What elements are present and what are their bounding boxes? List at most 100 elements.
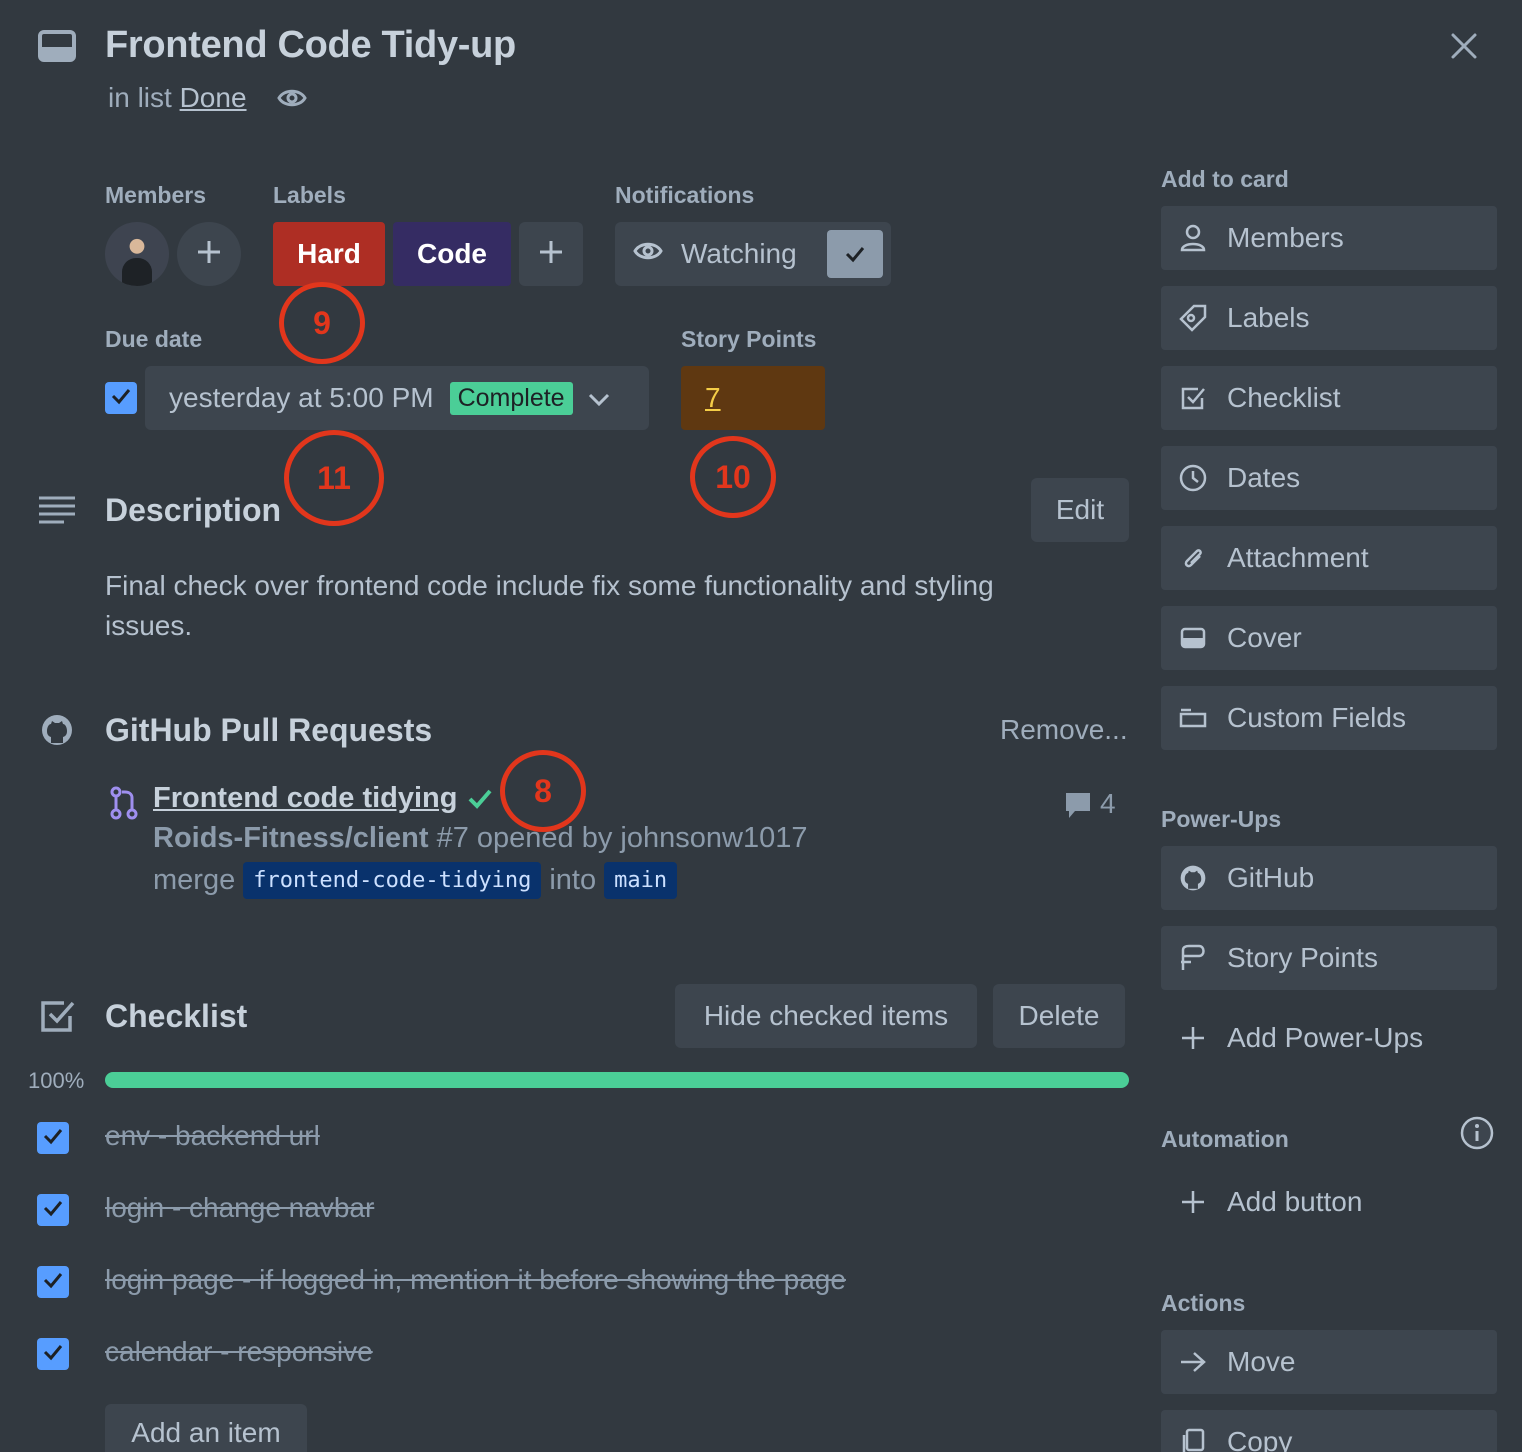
tag-icon [1179, 304, 1207, 332]
story-points-label: Story Points [681, 326, 817, 352]
check-icon [110, 387, 132, 410]
plus-icon [195, 238, 223, 271]
labels-label: Labels [273, 182, 346, 208]
label-code[interactable]: Code [393, 222, 511, 286]
pr-merge-line: merge frontend-code-tidying into main [153, 862, 685, 899]
pr-info: #7 opened by johnsonw1017 [428, 822, 808, 854]
sidebar-move-label: Move [1227, 1346, 1296, 1377]
progress-percent: 100% [28, 1068, 85, 1093]
in-list-prefix: in list [108, 82, 172, 113]
add-item-button[interactable]: Add an item [105, 1404, 307, 1452]
due-complete-checkbox[interactable] [105, 382, 137, 414]
checklist-item[interactable]: login page - if logged in, mention it be… [105, 1264, 846, 1296]
checklist-title: Checklist [105, 998, 248, 1034]
sidebar-copy-button[interactable]: Copy [1161, 1410, 1497, 1452]
checklist-item-checkbox[interactable] [37, 1194, 69, 1226]
sidebar-cover-label: Cover [1227, 622, 1302, 653]
description-title: Description [105, 492, 282, 528]
members-label: Members [105, 182, 206, 208]
into-text: into [549, 864, 597, 896]
github-icon [40, 713, 74, 747]
info-icon[interactable] [1460, 1116, 1494, 1150]
add-to-card-label: Add to card [1161, 166, 1289, 192]
sidebar-dates-button[interactable]: Dates [1161, 446, 1497, 510]
status-badge: Complete [449, 381, 573, 415]
sidebar-labels-label: Labels [1227, 302, 1310, 333]
merge-text: merge [153, 864, 236, 896]
add-automation-button[interactable]: Add button [1161, 1170, 1497, 1234]
checklist-item[interactable]: env - backend url [105, 1120, 320, 1152]
sidebar-story-points-button[interactable]: Story Points [1161, 926, 1497, 990]
pull-request-icon [110, 786, 138, 820]
checklist-item[interactable]: login - change navbar [105, 1192, 374, 1224]
sidebar-story-points-label: Story Points [1227, 942, 1378, 973]
plus-icon [1179, 1025, 1207, 1051]
story-points-value[interactable]: 7 [681, 366, 825, 430]
add-powerups-label: Add Power-Ups [1227, 1022, 1424, 1053]
edit-description-button[interactable]: Edit [1031, 478, 1129, 542]
sidebar-move-button[interactable]: Move [1161, 1330, 1497, 1394]
annotation-marker: 10 [690, 436, 776, 518]
source-branch: frontend-code-tidying [243, 862, 542, 899]
hide-checked-button[interactable]: Hide checked items [675, 984, 977, 1048]
checklist-item-checkbox[interactable] [37, 1338, 69, 1370]
copy-icon [1179, 1428, 1207, 1452]
add-button-label: Add button [1227, 1186, 1363, 1217]
watching-button[interactable]: Watching [615, 222, 891, 286]
watch-eye-icon [277, 84, 307, 112]
close-icon[interactable] [1448, 30, 1480, 62]
due-date-label: Due date [105, 326, 203, 352]
checklist-icon [40, 998, 76, 1034]
eye-icon [633, 238, 663, 270]
delete-checklist-button[interactable]: Delete [993, 984, 1125, 1048]
check-icon [827, 230, 883, 278]
list-link[interactable]: Done [180, 82, 247, 113]
sidebar-cover-button[interactable]: Cover [1161, 606, 1497, 670]
plus-icon [537, 238, 565, 271]
add-member-button[interactable] [177, 222, 241, 286]
description-text[interactable]: Final check over frontend code include f… [105, 566, 1065, 646]
arrow-right-icon [1179, 1350, 1207, 1374]
check-icon [42, 1343, 64, 1366]
check-icon [467, 788, 493, 810]
sidebar-copy-label: Copy [1227, 1426, 1293, 1452]
chevron-down-icon [587, 382, 611, 414]
clock-icon [1179, 464, 1207, 492]
checklist-item-checkbox[interactable] [37, 1266, 69, 1298]
check-icon [42, 1271, 64, 1294]
add-powerups-button[interactable]: Add Power-Ups [1161, 1006, 1497, 1070]
checklist-item[interactable]: calendar - responsive [105, 1336, 373, 1368]
sidebar-labels-button[interactable]: Labels [1161, 286, 1497, 350]
card-title[interactable]: Frontend Code Tidy-up [105, 24, 516, 67]
due-date-value: yesterday at 5:00 PM [169, 382, 434, 413]
annotation-marker: 8 [500, 750, 586, 832]
sidebar-members-label: Members [1227, 222, 1344, 253]
sidebar-members-button[interactable]: Members [1161, 206, 1497, 270]
description-icon [38, 495, 76, 525]
label-hard[interactable]: Hard [273, 222, 385, 286]
sidebar-checklist-label: Checklist [1227, 382, 1341, 413]
sidebar-checklist-button[interactable]: Checklist [1161, 366, 1497, 430]
target-branch: main [604, 862, 678, 899]
comment-icon [1063, 790, 1093, 820]
notifications-label: Notifications [615, 182, 755, 208]
sidebar-custom-fields-label: Custom Fields [1227, 702, 1406, 733]
check-icon [42, 1127, 64, 1150]
sidebar-custom-fields-button[interactable]: Custom Fields [1161, 686, 1497, 750]
card-icon [38, 30, 76, 62]
avatar[interactable] [105, 222, 169, 286]
due-date-button[interactable]: yesterday at 5:00 PM Complete [145, 366, 649, 430]
add-label-button[interactable] [519, 222, 583, 286]
checklist-item-checkbox[interactable] [37, 1122, 69, 1154]
remove-github-button[interactable]: Remove... [1000, 714, 1128, 746]
cover-icon [1179, 627, 1207, 649]
story-points-icon [1179, 944, 1207, 972]
automation-label: Automation [1161, 1126, 1289, 1152]
sidebar-attachment-button[interactable]: Attachment [1161, 526, 1497, 590]
checkbox-icon [1179, 385, 1207, 411]
sidebar-github-button[interactable]: GitHub [1161, 846, 1497, 910]
custom-fields-icon [1179, 708, 1207, 728]
pr-title-link[interactable]: Frontend code tidying [153, 782, 458, 815]
repo-name: Roids-Fitness/client [153, 822, 429, 854]
comment-count: 4 [1100, 788, 1116, 819]
